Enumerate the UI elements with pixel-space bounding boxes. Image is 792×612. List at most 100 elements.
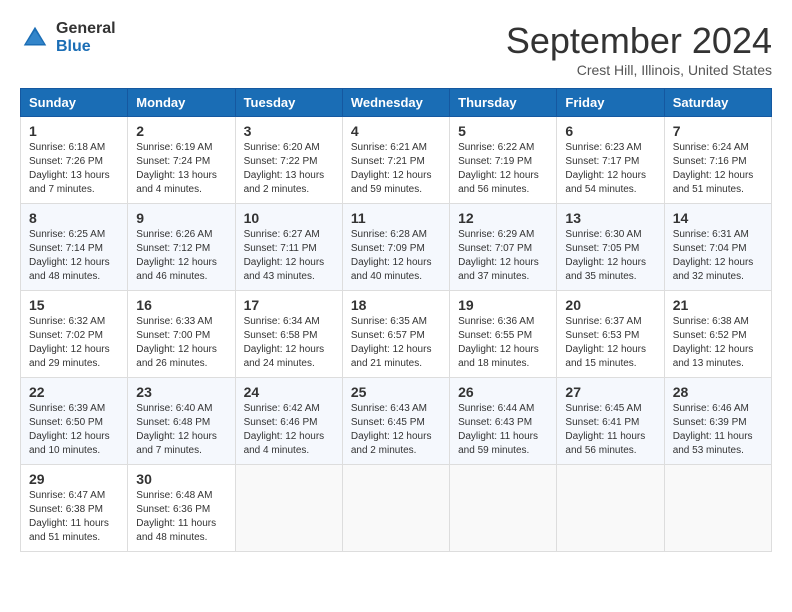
calendar-cell: 30 Sunrise: 6:48 AMSunset: 6:36 PMDayligh… [128, 465, 235, 552]
weekday-header-saturday: Saturday [664, 89, 771, 117]
calendar-cell: 12Sunrise: 6:29 AMSunset: 7:07 PMDayligh… [450, 204, 557, 291]
day-info: Sunrise: 6:38 AMSunset: 6:52 PMDaylight:… [673, 315, 763, 371]
day-number: 10 [244, 210, 334, 226]
day-info: Sunrise: 6:20 AMSunset: 7:22 PMDaylight:… [244, 141, 334, 197]
calendar-cell [450, 465, 557, 552]
calendar-cell: 6 Sunrise: 6:23 AMSunset: 7:17 PMDaylight… [557, 117, 664, 204]
day-number: 2 [136, 123, 226, 139]
weekday-header-monday: Monday [128, 89, 235, 117]
calendar-cell: 28Sunrise: 6:46 AMSunset: 6:39 PMDayligh… [664, 378, 771, 465]
calendar-cell: 14 Sunrise: 6:31 AMSunset: 7:04 PMDayligh… [664, 204, 771, 291]
day-number: 24 [244, 384, 334, 400]
day-info: Sunrise: 6:18 AMSunset: 7:26 PMDaylight:… [29, 141, 119, 197]
day-info: Sunrise: 6:34 AMSunset: 6:58 PMDaylight:… [244, 315, 334, 371]
day-info: Sunrise: 6:36 AMSunset: 6:55 PMDaylight:… [458, 315, 548, 371]
calendar-cell: 7Sunrise: 6:24 AMSunset: 7:16 PMDaylight… [664, 117, 771, 204]
day-number: 26 [458, 384, 548, 400]
day-number: 19 [458, 297, 548, 313]
day-info: Sunrise: 6:40 AMSunset: 6:48 PMDaylight:… [136, 402, 226, 458]
day-number: 9 [136, 210, 226, 226]
day-info: Sunrise: 6:45 AMSunset: 6:41 PMDaylight:… [565, 402, 655, 458]
calendar-cell: 20Sunrise: 6:37 AMSunset: 6:53 PMDayligh… [557, 291, 664, 378]
calendar-cell [235, 465, 342, 552]
day-info: Sunrise: 6:31 AMSunset: 7:04 PMDaylight:… [673, 228, 763, 284]
page-header: General Blue September 2024 Crest Hill, … [20, 20, 772, 78]
calendar-cell [557, 465, 664, 552]
day-info: Sunrise: 6:43 AMSunset: 6:45 PMDaylight:… [351, 402, 441, 458]
day-number: 23 [136, 384, 226, 400]
weekday-header-sunday: Sunday [21, 89, 128, 117]
calendar-week-row: 29Sunrise: 6:47 AMSunset: 6:38 PMDayligh… [21, 465, 772, 552]
logo-blue-text: Blue [56, 38, 116, 56]
calendar-cell: 24 Sunrise: 6:42 AMSunset: 6:46 PMDayligh… [235, 378, 342, 465]
logo-general-text: General [56, 20, 116, 38]
day-info: Sunrise: 6:28 AMSunset: 7:09 PMDaylight:… [351, 228, 441, 284]
calendar-cell: 3Sunrise: 6:20 AMSunset: 7:22 PMDaylight… [235, 117, 342, 204]
calendar-cell: 27 Sunrise: 6:45 AMSunset: 6:41 PMDayligh… [557, 378, 664, 465]
day-info: Sunrise: 6:32 AMSunset: 7:02 PMDaylight:… [29, 315, 119, 371]
calendar-cell [664, 465, 771, 552]
day-info: Sunrise: 6:29 AMSunset: 7:07 PMDaylight:… [458, 228, 548, 284]
calendar-cell: 9 Sunrise: 6:26 AMSunset: 7:12 PMDaylight… [128, 204, 235, 291]
calendar-week-row: 1Sunrise: 6:18 AMSunset: 7:26 PMDaylight… [21, 117, 772, 204]
calendar-cell: 17 Sunrise: 6:34 AMSunset: 6:58 PMDayligh… [235, 291, 342, 378]
day-info: Sunrise: 6:23 AMSunset: 7:17 PMDaylight:… [565, 141, 655, 197]
calendar-cell: 25 Sunrise: 6:43 AMSunset: 6:45 PMDayligh… [342, 378, 449, 465]
day-number: 30 [136, 471, 226, 487]
day-number: 29 [29, 471, 119, 487]
day-number: 14 [673, 210, 763, 226]
weekday-header-thursday: Thursday [450, 89, 557, 117]
calendar-table: SundayMondayTuesdayWednesdayThursdayFrid… [20, 88, 772, 552]
day-info: Sunrise: 6:35 AMSunset: 6:57 PMDaylight:… [351, 315, 441, 371]
day-info: Sunrise: 6:33 AMSunset: 7:00 PMDaylight:… [136, 315, 226, 371]
calendar-cell: 19 Sunrise: 6:36 AMSunset: 6:55 PMDayligh… [450, 291, 557, 378]
calendar-cell: 11 Sunrise: 6:28 AMSunset: 7:09 PMDayligh… [342, 204, 449, 291]
day-info: Sunrise: 6:19 AMSunset: 7:24 PMDaylight:… [136, 141, 226, 197]
day-number: 6 [565, 123, 655, 139]
day-number: 5 [458, 123, 548, 139]
title-block: September 2024 Crest Hill, Illinois, Uni… [506, 20, 772, 78]
day-info: Sunrise: 6:44 AMSunset: 6:43 PMDaylight:… [458, 402, 548, 458]
calendar-cell: 18Sunrise: 6:35 AMSunset: 6:57 PMDayligh… [342, 291, 449, 378]
weekday-header-tuesday: Tuesday [235, 89, 342, 117]
calendar-cell: 5 Sunrise: 6:22 AMSunset: 7:19 PMDaylight… [450, 117, 557, 204]
day-info: Sunrise: 6:21 AMSunset: 7:21 PMDaylight:… [351, 141, 441, 197]
weekday-header-friday: Friday [557, 89, 664, 117]
day-info: Sunrise: 6:46 AMSunset: 6:39 PMDaylight:… [673, 402, 763, 458]
calendar-cell: 23 Sunrise: 6:40 AMSunset: 6:48 PMDayligh… [128, 378, 235, 465]
day-info: Sunrise: 6:25 AMSunset: 7:14 PMDaylight:… [29, 228, 119, 284]
day-number: 22 [29, 384, 119, 400]
day-number: 4 [351, 123, 441, 139]
day-info: Sunrise: 6:42 AMSunset: 6:46 PMDaylight:… [244, 402, 334, 458]
calendar-cell: 29Sunrise: 6:47 AMSunset: 6:38 PMDayligh… [21, 465, 128, 552]
calendar-cell [342, 465, 449, 552]
day-info: Sunrise: 6:30 AMSunset: 7:05 PMDaylight:… [565, 228, 655, 284]
day-info: Sunrise: 6:39 AMSunset: 6:50 PMDaylight:… [29, 402, 119, 458]
day-number: 8 [29, 210, 119, 226]
calendar-cell: 21 Sunrise: 6:38 AMSunset: 6:52 PMDayligh… [664, 291, 771, 378]
calendar-cell: 13 Sunrise: 6:30 AMSunset: 7:05 PMDayligh… [557, 204, 664, 291]
day-info: Sunrise: 6:48 AMSunset: 6:36 PMDaylight:… [136, 489, 226, 545]
day-number: 25 [351, 384, 441, 400]
day-info: Sunrise: 6:26 AMSunset: 7:12 PMDaylight:… [136, 228, 226, 284]
day-number: 21 [673, 297, 763, 313]
calendar-cell: 8 Sunrise: 6:25 AMSunset: 7:14 PMDaylight… [21, 204, 128, 291]
day-info: Sunrise: 6:37 AMSunset: 6:53 PMDaylight:… [565, 315, 655, 371]
month-title: September 2024 [506, 20, 772, 62]
calendar-cell: 22 Sunrise: 6:39 AMSunset: 6:50 PMDayligh… [21, 378, 128, 465]
day-number: 13 [565, 210, 655, 226]
day-number: 27 [565, 384, 655, 400]
calendar-cell: 10Sunrise: 6:27 AMSunset: 7:11 PMDayligh… [235, 204, 342, 291]
location-text: Crest Hill, Illinois, United States [506, 62, 772, 78]
day-number: 17 [244, 297, 334, 313]
day-number: 15 [29, 297, 119, 313]
logo: General Blue [20, 20, 116, 55]
weekday-header-row: SundayMondayTuesdayWednesdayThursdayFrid… [21, 89, 772, 117]
calendar-cell: 15 Sunrise: 6:32 AMSunset: 7:02 PMDayligh… [21, 291, 128, 378]
calendar-cell: 26 Sunrise: 6:44 AMSunset: 6:43 PMDayligh… [450, 378, 557, 465]
calendar-cell: 2 Sunrise: 6:19 AMSunset: 7:24 PMDaylight… [128, 117, 235, 204]
day-number: 11 [351, 210, 441, 226]
calendar-cell: 4 Sunrise: 6:21 AMSunset: 7:21 PMDaylight… [342, 117, 449, 204]
day-info: Sunrise: 6:22 AMSunset: 7:19 PMDaylight:… [458, 141, 548, 197]
calendar-cell: 1Sunrise: 6:18 AMSunset: 7:26 PMDaylight… [21, 117, 128, 204]
